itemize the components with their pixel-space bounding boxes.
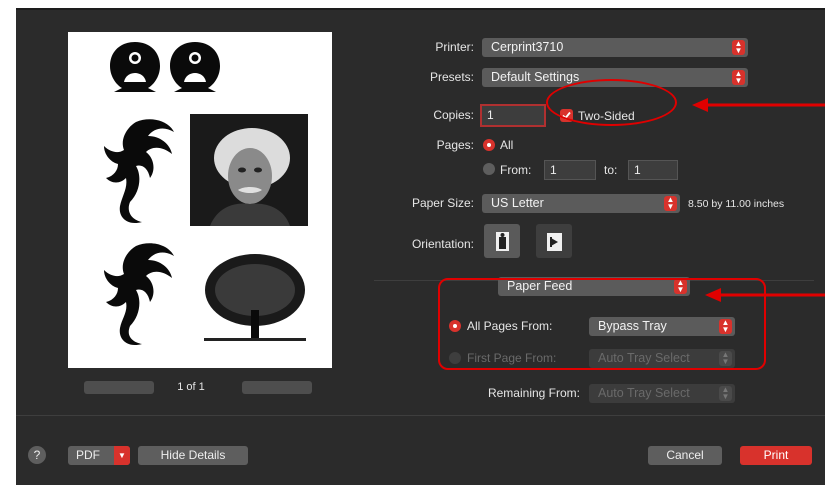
portrait-photo — [190, 114, 308, 226]
tree-image — [204, 254, 306, 341]
pages-to-label: to: — [604, 163, 618, 177]
previous-page-button[interactable] — [84, 381, 154, 394]
printer-value: Cerprint3710 — [491, 40, 564, 54]
print-dialog: 1 of 1 Printer: Cerprint3710 ▲ ▼ Presets:… — [16, 8, 825, 485]
presets-label: Presets: — [429, 70, 474, 84]
orientation-label: Orientation: — [411, 237, 474, 251]
page-indicator: 1 of 1 — [177, 381, 205, 393]
chevron-down-icon: ▼ — [114, 446, 130, 465]
print-button[interactable]: Print — [740, 446, 812, 465]
portrait-orientation-button[interactable] — [484, 224, 520, 258]
printer-popup[interactable]: Cerprint3710 ▲ ▼ — [482, 38, 748, 57]
popup-arrows-icon: ▲ ▼ — [719, 386, 732, 401]
remaining-from-label: Remaining From: — [487, 386, 580, 400]
portrait-orientation-icon — [496, 232, 509, 251]
two-sided-highlight-ellipse — [546, 79, 677, 126]
paper-dimensions: 8.50 by 11.00 inches — [688, 198, 785, 210]
help-button[interactable]: ? — [28, 446, 46, 464]
page-preview — [68, 32, 332, 368]
remaining-from-popup[interactable]: Auto Tray Select ▲ ▼ — [589, 384, 735, 403]
popup-arrows-icon: ▲ ▼ — [732, 40, 745, 55]
printer-label: Printer: — [435, 40, 474, 54]
paper-size-label: Paper Size: — [411, 196, 474, 210]
pages-all-radio[interactable] — [483, 139, 495, 151]
hide-details-button[interactable]: Hide Details — [138, 446, 248, 465]
footer-separator — [16, 415, 825, 416]
copies-label: Copies: — [433, 108, 474, 122]
dragon-image-2 — [104, 243, 174, 346]
pages-all-label: All — [500, 138, 514, 152]
pages-from-field[interactable]: 1 — [544, 160, 596, 180]
copies-field[interactable]: 1 — [480, 104, 546, 127]
screenshot-frame: 1 of 1 Printer: Cerprint3710 ▲ ▼ Presets:… — [0, 0, 825, 485]
paper-size-popup[interactable]: US Letter ▲ ▼ — [482, 194, 680, 213]
pages-label: Pages: — [436, 138, 474, 152]
pdf-label: PDF — [76, 448, 100, 462]
pages-from-label: From: — [500, 163, 532, 177]
remaining-from-value: Auto Tray Select — [598, 386, 690, 400]
dragon-image-1 — [104, 119, 174, 224]
cancel-button[interactable]: Cancel — [648, 446, 722, 465]
next-page-button[interactable] — [242, 381, 312, 394]
red-arrow-icon — [692, 98, 825, 112]
popup-arrows-icon: ▲ ▼ — [664, 196, 677, 211]
landscape-orientation-button[interactable] — [536, 224, 572, 258]
landscape-orientation-icon — [547, 233, 562, 251]
buddha-image-1 — [110, 42, 160, 92]
pdf-button[interactable]: PDF ▼ — [68, 446, 130, 465]
popup-arrows-icon: ▲ ▼ — [732, 70, 745, 85]
presets-value: Default Settings — [491, 70, 580, 84]
paper-size-value: US Letter — [491, 196, 544, 210]
pages-range-radio[interactable] — [483, 163, 495, 175]
pages-to-field[interactable]: 1 — [628, 160, 678, 180]
red-arrow-icon — [705, 288, 825, 302]
buddha-image-2 — [170, 42, 220, 92]
